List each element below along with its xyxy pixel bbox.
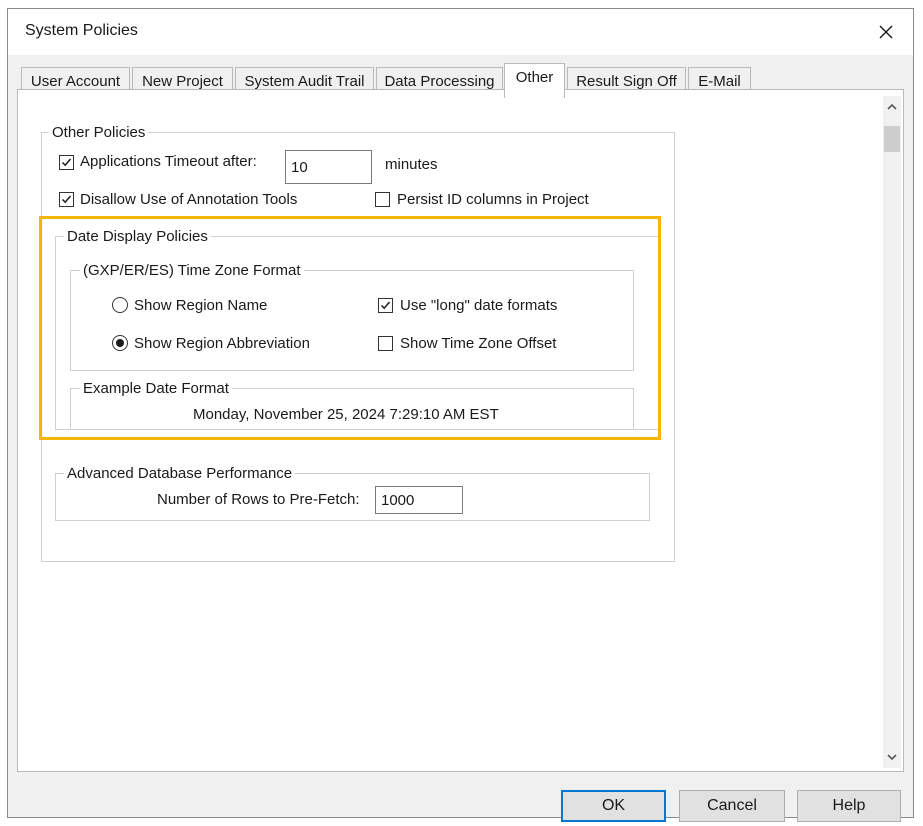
- scroll-down-button[interactable]: [883, 746, 901, 768]
- tab-panel-other: Other Policies Applications Timeout afte…: [17, 89, 904, 772]
- checkmark-icon: [61, 158, 72, 167]
- window-title: System Policies: [25, 22, 138, 39]
- show-tz-offset-checkbox[interactable]: [378, 336, 393, 351]
- tab-other[interactable]: Other: [504, 63, 565, 98]
- show-region-name-label: Show Region Name: [134, 297, 268, 314]
- cancel-button[interactable]: Cancel: [679, 790, 785, 822]
- timeout-label: Applications Timeout after:: [80, 153, 257, 170]
- show-tz-offset-label: Show Time Zone Offset: [400, 335, 557, 352]
- close-button[interactable]: [866, 15, 906, 49]
- help-button[interactable]: Help: [797, 790, 901, 822]
- checkmark-icon: [61, 195, 72, 204]
- chevron-down-icon: [887, 754, 897, 761]
- persist-id-checkbox[interactable]: [375, 192, 390, 207]
- timeout-checkbox[interactable]: [59, 155, 74, 170]
- timeout-input[interactable]: [285, 150, 372, 184]
- time-zone-format-group: [70, 270, 634, 371]
- system-policies-dialog: System Policies User Account New Project…: [7, 8, 914, 822]
- advanced-db-legend: Advanced Database Performance: [64, 465, 296, 483]
- prefetch-input[interactable]: [375, 486, 463, 514]
- title-bar: System Policies: [8, 9, 913, 55]
- time-zone-format-legend: (GXP/ER/ES) Time Zone Format: [80, 262, 304, 280]
- other-policies-legend: Other Policies: [49, 124, 149, 142]
- chevron-up-icon: [887, 103, 897, 110]
- prefetch-label: Number of Rows to Pre-Fetch:: [157, 491, 360, 508]
- ok-button[interactable]: OK: [561, 790, 666, 822]
- scroll-up-button[interactable]: [883, 96, 901, 118]
- example-date-value: Monday, November 25, 2024 7:29:10 AM EST: [193, 406, 499, 423]
- use-long-formats-checkbox[interactable]: [378, 298, 393, 313]
- example-date-format-legend: Example Date Format: [80, 380, 232, 398]
- date-display-legend: Date Display Policies: [64, 228, 211, 246]
- vertical-scrollbar[interactable]: [883, 96, 901, 768]
- persist-id-label: Persist ID columns in Project: [397, 191, 589, 208]
- disallow-annotation-label: Disallow Use of Annotation Tools: [80, 191, 298, 208]
- show-region-abbreviation-radio[interactable]: [112, 335, 128, 351]
- checkmark-icon: [380, 301, 391, 310]
- close-icon: [879, 25, 893, 39]
- show-region-abbreviation-label: Show Region Abbreviation: [134, 335, 310, 352]
- scrollbar-thumb[interactable]: [884, 126, 900, 152]
- radio-selected-dot: [116, 339, 124, 347]
- show-region-name-radio[interactable]: [112, 297, 128, 313]
- timeout-unit: minutes: [385, 156, 438, 173]
- use-long-formats-label: Use "long" date formats: [400, 297, 558, 314]
- disallow-annotation-checkbox[interactable]: [59, 192, 74, 207]
